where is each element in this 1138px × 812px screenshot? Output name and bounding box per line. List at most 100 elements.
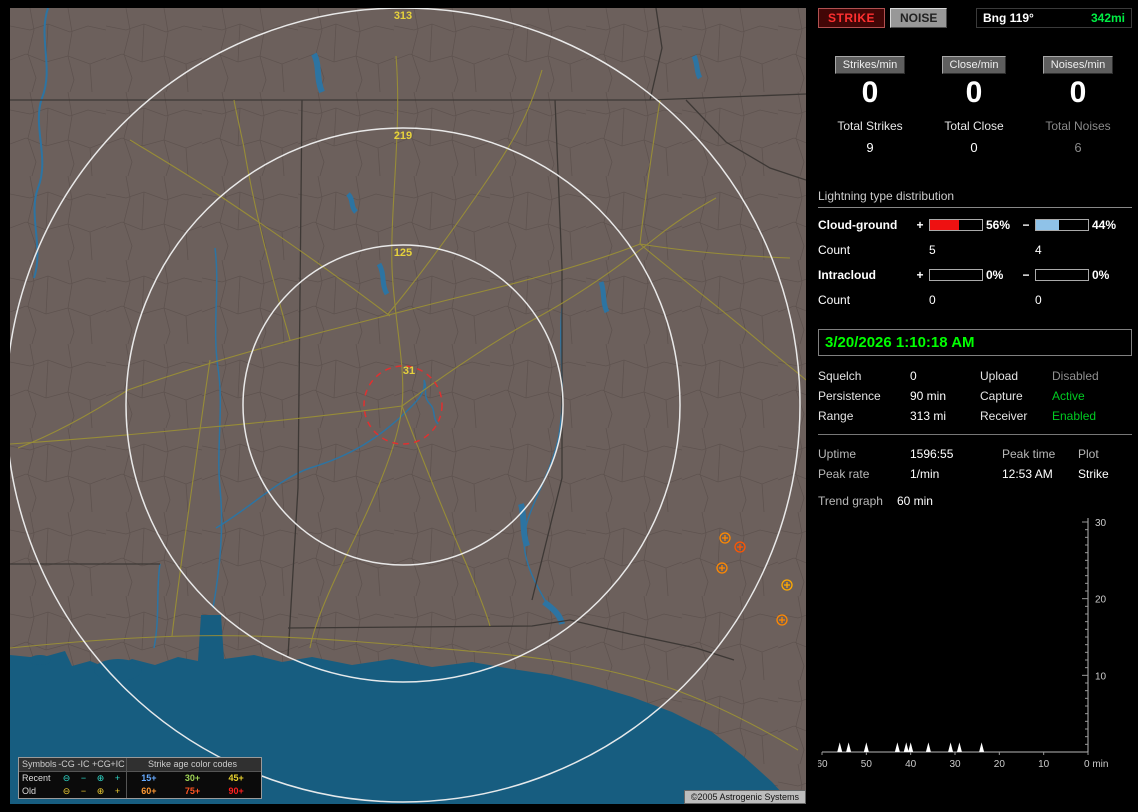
- legend-col-pos-ic: +IC: [110, 759, 125, 769]
- svg-text:60: 60: [818, 759, 828, 768]
- ic-pos-old-icon: +: [114, 786, 121, 796]
- bearing-value: Bng 119°: [983, 11, 1034, 25]
- legend-col-pos-cg: +CG: [92, 759, 111, 769]
- peak-rate-label: Peak rate: [818, 466, 870, 481]
- strikes-per-min-button[interactable]: Strikes/min: [834, 56, 906, 74]
- ic-negative-bar: [1035, 269, 1089, 281]
- capture-label: Capture: [980, 388, 1023, 403]
- svg-text:20: 20: [1095, 594, 1107, 605]
- age-code-15: 15+: [141, 773, 157, 783]
- ic-neg-recent-icon: −: [80, 773, 87, 783]
- legend-header-row: Symbols -CG -IC +CG +IC Strike age color…: [19, 758, 261, 772]
- legend-recent-label: Recent: [22, 773, 51, 783]
- ic-positive-bar: [929, 269, 983, 281]
- range-value: 313 mi: [910, 408, 947, 423]
- age-code-45: 45+: [228, 773, 244, 783]
- settings-table: Squelch 0 Upload Disabled Persistence 90…: [818, 366, 1132, 426]
- trend-graph-canvas: 10 20 30 60 50 40 30 20 10 0 min: [816, 517, 1108, 770]
- map-display: 313 219 125 31 Symbols -CG -IC +CG +IC S…: [10, 8, 806, 804]
- upload-status: Disabled: [1052, 368, 1099, 383]
- legend-col-neg-ic: -IC: [77, 759, 90, 769]
- close-per-min-button[interactable]: Close/min: [941, 56, 1007, 74]
- ring-label-313: 313: [394, 10, 412, 22]
- ring-label-31: 31: [403, 365, 415, 377]
- noise-button[interactable]: NOISE: [890, 8, 948, 28]
- strikes-rate: 0: [861, 76, 879, 109]
- ic-count-label: Count: [818, 293, 851, 307]
- capture-status: Active: [1052, 388, 1085, 403]
- svg-text:50: 50: [861, 759, 873, 768]
- rate-counters: Strikes/min 0 Total Strikes 9 Close/min …: [818, 56, 1132, 155]
- cg-positive-bar: [929, 219, 983, 231]
- strike-button[interactable]: STRIKE: [818, 8, 886, 28]
- range-label: Range: [818, 408, 854, 423]
- ic-count-row: Count 0 0: [818, 288, 1132, 313]
- cg-positive-count: 5: [929, 243, 936, 257]
- map-legend: Symbols -CG -IC +CG +IC Strike age color…: [18, 757, 262, 799]
- total-strikes-label: Total Strikes: [837, 118, 903, 133]
- peak-time-value: 12:53 AM: [1002, 466, 1053, 481]
- trend-graph-header: Trend graph 60 min: [818, 494, 1132, 508]
- lightning-distribution: Lightning type distribution Cloud-ground…: [818, 189, 1132, 313]
- ic-positive-count: 0: [929, 293, 936, 307]
- total-strikes-value: 9: [866, 139, 874, 155]
- status-panel: STRIKE NOISE Bng 119° 342mi Strikes/min …: [816, 8, 1132, 771]
- cloud-ground-row: Cloud-ground + 56% − 44%: [818, 213, 1132, 238]
- ic-pos-recent-icon: +: [114, 773, 121, 783]
- squelch-label: Squelch: [818, 368, 862, 383]
- total-close-value: 0: [970, 139, 978, 155]
- svg-text:10: 10: [1095, 671, 1107, 682]
- squelch-value: 0: [910, 368, 917, 383]
- clock-readout: 3/20/2026 1:10:18 AM: [818, 328, 1132, 356]
- cg-negative-count: 4: [1035, 243, 1042, 257]
- noises-counter: Noises/min 0 Total Noises 6: [1026, 56, 1130, 155]
- cg-pos-old-icon: ⊕: [96, 786, 105, 796]
- total-noises-value: 6: [1074, 139, 1082, 155]
- receiver-label: Receiver: [980, 408, 1028, 423]
- svg-text:40: 40: [905, 759, 917, 768]
- cg-pos-recent-icon: ⊕: [96, 773, 105, 783]
- cg-negative-pct: 44%: [1092, 218, 1117, 232]
- peak-time-label: Peak time: [1002, 446, 1056, 461]
- uptime-label: Uptime: [818, 446, 857, 461]
- noises-per-min-button[interactable]: Noises/min: [1042, 56, 1114, 74]
- legend-old-row: Old ⊖ − ⊕ + 60+ 75+ 90+: [19, 785, 261, 798]
- plus-sign: +: [916, 268, 924, 282]
- trend-graph: 10 20 30 60 50 40 30 20 10 0 min: [816, 514, 1132, 771]
- intracloud-label: Intracloud: [818, 268, 877, 282]
- age-code-60: 60+: [141, 786, 157, 796]
- receiver-status: 3/20/2026 1:10:18 AM Squelch 0 Upload Di…: [818, 328, 1132, 435]
- plot-value: Strike: [1078, 466, 1109, 481]
- ic-negative-pct: 0%: [1092, 268, 1110, 282]
- receiver-status-value: Enabled: [1052, 408, 1097, 423]
- minus-sign: −: [1022, 268, 1030, 282]
- plus-sign: +: [916, 218, 924, 232]
- legend-old-label: Old: [22, 786, 37, 796]
- svg-text:30: 30: [1095, 518, 1107, 529]
- legend-col-neg-cg: -CG: [58, 759, 75, 769]
- toolbar: STRIKE NOISE Bng 119° 342mi: [818, 8, 1132, 28]
- svg-text:30: 30: [949, 759, 961, 768]
- distribution-header: Lightning type distribution: [818, 189, 1132, 208]
- cg-count-row: Count 5 4: [818, 238, 1132, 263]
- copyright-notice: ©2005 Astrogenic Systems: [683, 790, 806, 804]
- svg-text:20: 20: [994, 759, 1006, 768]
- total-close-label: Total Close: [944, 118, 1004, 133]
- cg-positive-pct: 56%: [986, 218, 1011, 232]
- cg-negative-bar: [1035, 219, 1089, 231]
- legend-recent-row: Recent ⊖ − ⊕ + 15+ 30+ 45+: [19, 772, 261, 785]
- cg-neg-recent-icon: ⊖: [62, 773, 71, 783]
- upload-label: Upload: [980, 368, 1019, 383]
- age-code-75: 75+: [184, 786, 201, 796]
- bearing-readout: Bng 119° 342mi: [976, 8, 1132, 28]
- persistence-label: Persistence: [818, 388, 881, 403]
- cloud-ground-label: Cloud-ground: [818, 218, 898, 232]
- ic-neg-old-icon: −: [80, 786, 87, 796]
- bearing-range-value: 342mi: [1090, 11, 1125, 25]
- ic-positive-pct: 0%: [986, 268, 1004, 282]
- trend-graph-label: Trend graph: [818, 493, 883, 508]
- map-canvas: 313 219 125 31: [10, 8, 806, 804]
- persistence-value: 90 min: [910, 388, 947, 403]
- ring-label-125: 125: [394, 247, 412, 259]
- intracloud-row: Intracloud + 0% − 0%: [818, 263, 1132, 288]
